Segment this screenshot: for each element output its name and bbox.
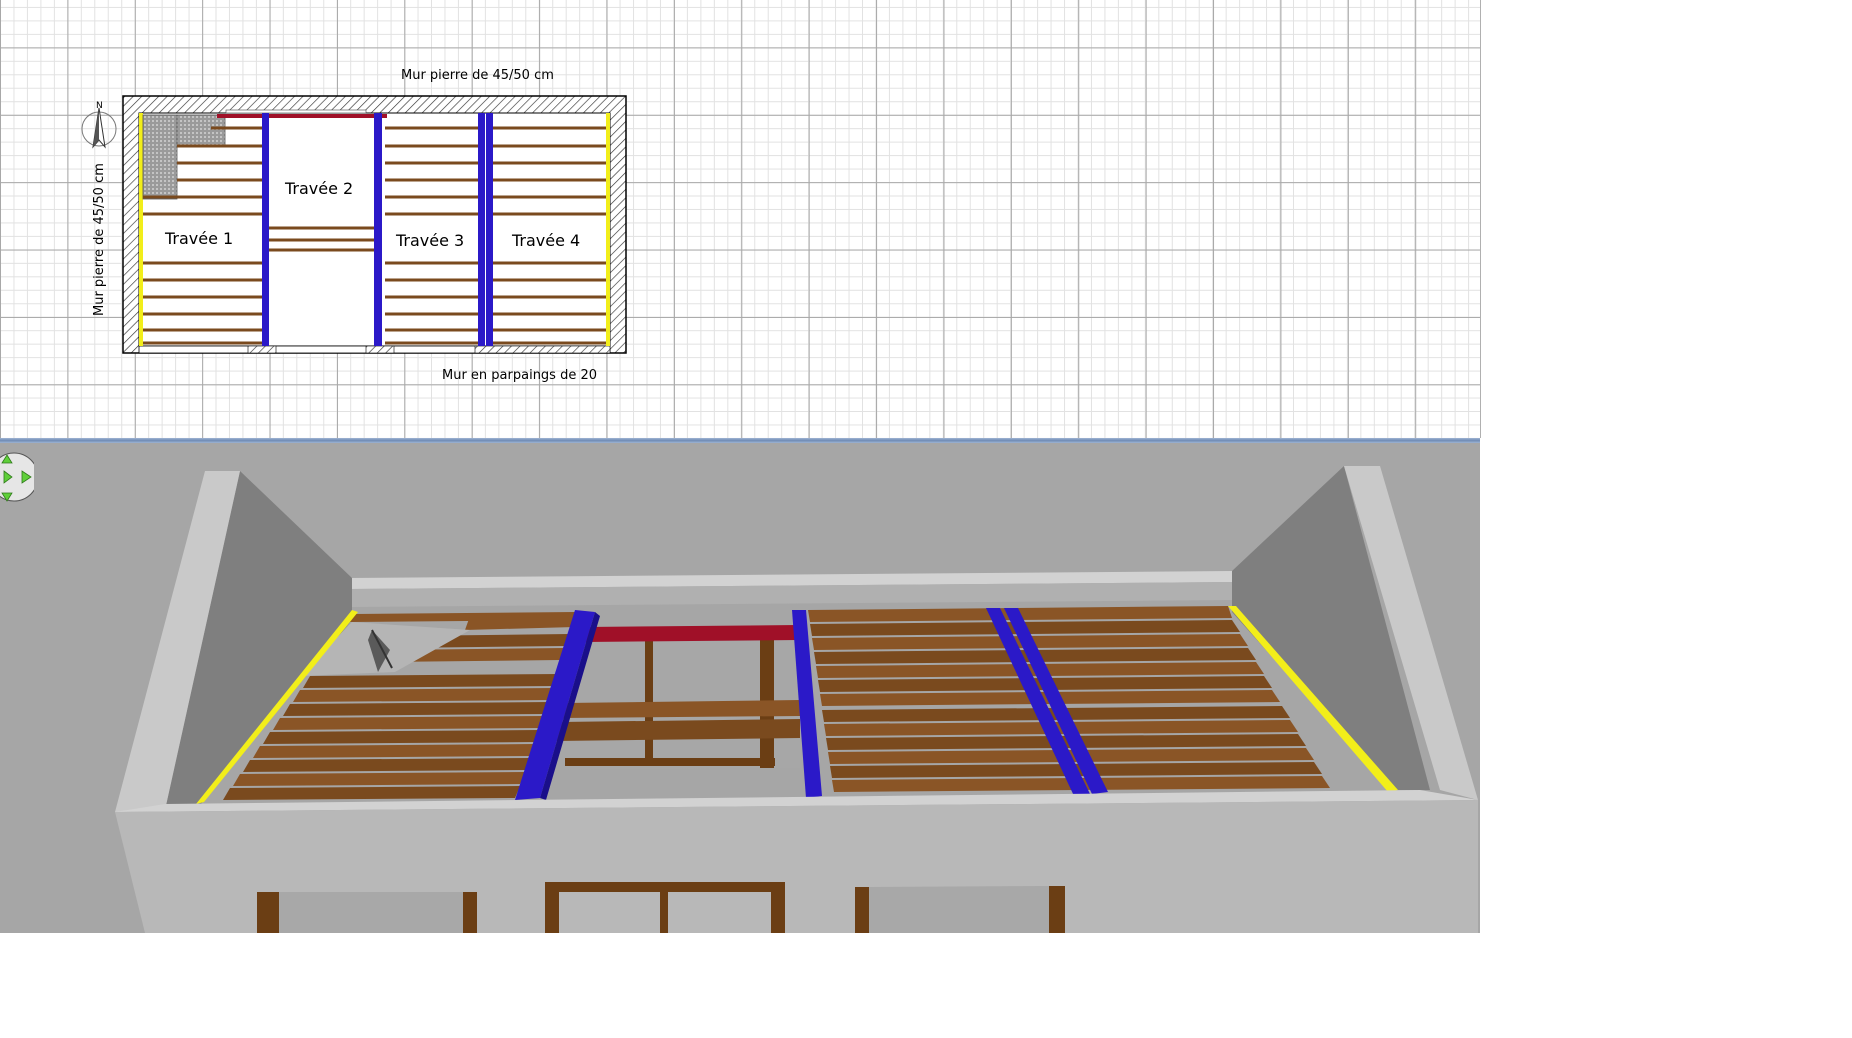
- compass-icon[interactable]: [81, 107, 117, 149]
- stair-flight-vertical[interactable]: [142, 114, 178, 200]
- wall-bottom-label: Mur en parpaings de 20: [442, 368, 598, 383]
- bay-label-3: Travée 3: [396, 231, 465, 250]
- bay-label-4: Travée 4: [512, 231, 581, 250]
- floor-plan-drawing[interactable]: [0, 0, 1480, 438]
- ledger-left[interactable]: [139, 113, 143, 346]
- bay-label-1: Travée 1: [165, 229, 234, 248]
- beam-3b[interactable]: [486, 113, 493, 346]
- compass-letter: N: [96, 101, 103, 111]
- 3d-view[interactable]: [0, 443, 1480, 933]
- beam-2[interactable]: [374, 113, 382, 346]
- wall-top-label: Mur pierre de 45/50 cm: [401, 68, 554, 83]
- trimmer-beam[interactable]: [217, 114, 387, 118]
- beam-1[interactable]: [262, 113, 269, 346]
- ledger-right[interactable]: [606, 113, 610, 346]
- plan-view[interactable]: N Mur pierre de 45/50 cm Mur pierre de 4…: [0, 0, 1481, 438]
- 3d-trimmer-beam[interactable]: [585, 625, 798, 642]
- wall-left-label: Mur pierre de 45/50 cm: [92, 163, 107, 316]
- stair-flight-top[interactable]: [176, 114, 226, 148]
- 3d-scene[interactable]: [0, 443, 1480, 933]
- bay-label-2: Travée 2: [285, 179, 354, 198]
- beam-3a[interactable]: [478, 113, 485, 346]
- navigation-arrows-icon[interactable]: [0, 451, 39, 507]
